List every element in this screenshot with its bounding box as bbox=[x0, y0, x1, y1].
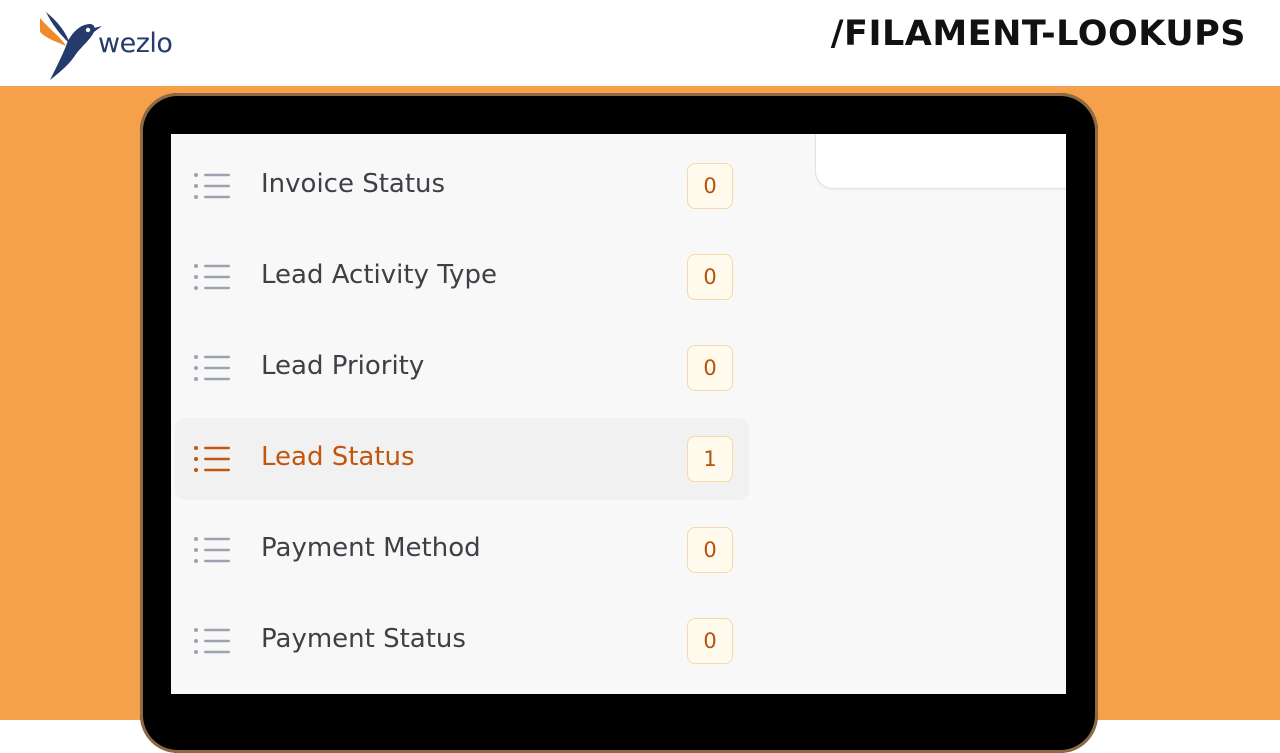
list-icon bbox=[194, 537, 230, 563]
nav-item-label: Lead Activity Type bbox=[261, 260, 497, 290]
count-badge: 0 bbox=[687, 163, 733, 209]
list-icon bbox=[194, 446, 230, 472]
nav-item-lead-priority[interactable]: Lead Priority 0 bbox=[175, 327, 749, 409]
nav-item-label: Lead Priority bbox=[261, 351, 425, 381]
page-title: /FILAMENT-LOOKUPS bbox=[830, 14, 1246, 54]
app-screen: Invoice Status 0 Lead Activity Type 0 Le… bbox=[171, 134, 1066, 694]
nav-item-payment-method[interactable]: Payment Method 0 bbox=[175, 509, 749, 591]
nav-item-label: Lead Status bbox=[261, 442, 415, 472]
nav-item-lead-status[interactable]: Lead Status 1 bbox=[175, 418, 749, 500]
logo-text: wezlo bbox=[98, 28, 173, 59]
header: wezlo /FILAMENT-LOOKUPS bbox=[0, 0, 1280, 86]
count-badge: 0 bbox=[687, 618, 733, 664]
count-badge: 0 bbox=[687, 345, 733, 391]
list-icon bbox=[194, 264, 230, 290]
nav-item-invoice-status[interactable]: Invoice Status 0 bbox=[175, 145, 749, 227]
nav-item-payment-status[interactable]: Payment Status 0 bbox=[175, 600, 749, 682]
top-card bbox=[815, 134, 1066, 189]
nav-item-label: Payment Status bbox=[261, 624, 466, 654]
nav-item-lead-activity-type[interactable]: Lead Activity Type 0 bbox=[175, 236, 749, 318]
list-icon bbox=[194, 355, 230, 381]
nav-item-label: Invoice Status bbox=[261, 169, 446, 199]
count-badge: 1 bbox=[687, 436, 733, 482]
nav-item-label: Payment Method bbox=[261, 533, 481, 563]
list-icon bbox=[194, 628, 230, 654]
count-badge: 0 bbox=[687, 254, 733, 300]
count-badge: 0 bbox=[687, 527, 733, 573]
list-icon bbox=[194, 173, 230, 199]
